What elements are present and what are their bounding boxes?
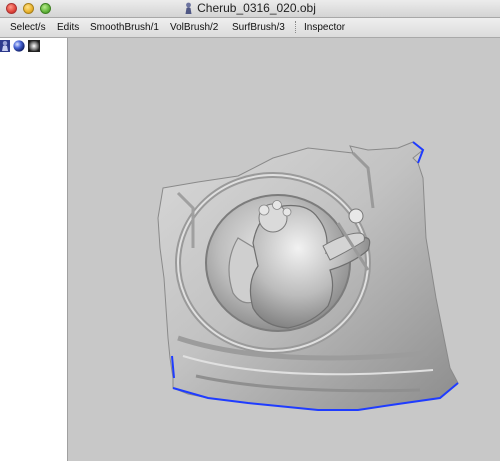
surf-brush-menu[interactable]: SurfBrush/3 [232, 21, 285, 34]
toolbar-separator [295, 21, 296, 33]
left-panel-icon-row [0, 38, 67, 56]
toolbar: Select/s Edits SmoothBrush/1 VolBrush/2 … [0, 18, 500, 38]
curl [258, 204, 270, 216]
cherub-hand [348, 208, 364, 224]
window-title: Cherub_0316_020.obj [197, 1, 316, 15]
title-bar: Cherub_0316_020.obj [0, 0, 500, 18]
edits-menu[interactable]: Edits [57, 21, 79, 34]
select-menu[interactable]: Select/s [10, 21, 46, 34]
document-figure-icon [185, 2, 192, 15]
curl [282, 207, 292, 217]
3d-viewport[interactable] [68, 38, 500, 461]
curl [272, 200, 282, 210]
vol-brush-menu[interactable]: VolBrush/2 [170, 21, 218, 34]
cherub-mesh-render[interactable] [68, 38, 500, 461]
texture-icon[interactable] [28, 40, 40, 52]
figure-icon[interactable] [0, 40, 10, 52]
inspector-menu[interactable]: Inspector [304, 21, 345, 34]
window-title-wrap: Cherub_0316_020.obj [0, 1, 500, 16]
left-panel [0, 38, 68, 461]
smooth-brush-menu[interactable]: SmoothBrush/1 [90, 21, 159, 34]
sphere-icon[interactable] [13, 40, 25, 52]
